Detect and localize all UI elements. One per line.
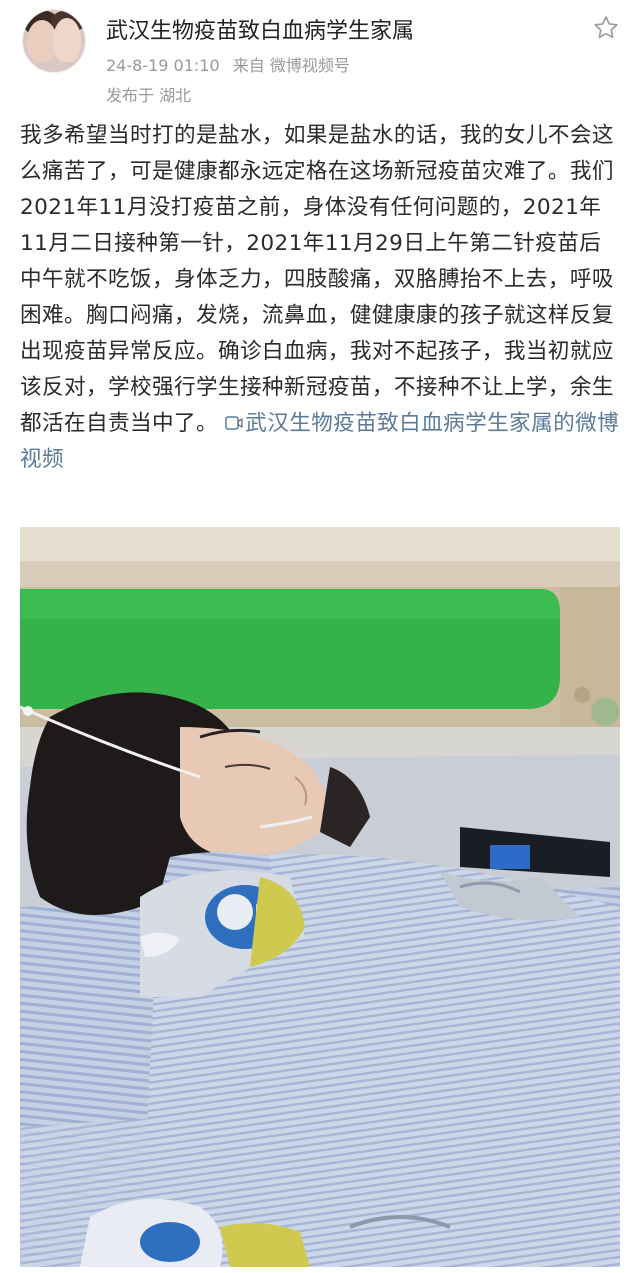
post-header: 武汉生物疫苗致白血病学生家属 24-8-19 01:10 来自 微博视频号 发布…: [0, 0, 640, 110]
post-photo[interactable]: [20, 527, 620, 1267]
star-outline-icon[interactable]: [592, 14, 620, 42]
avatar[interactable]: [22, 9, 86, 73]
video-play-icon: [225, 416, 243, 430]
post-meta: 24-8-19 01:10 来自 微博视频号: [106, 52, 350, 76]
post-body: 我多希望当时打的是盐水，如果是盐水的话，我的女儿不会这么痛苦了，可是健康都永远定…: [20, 118, 620, 478]
weibo-post: 武汉生物疫苗致白血病学生家属 24-8-19 01:10 来自 微博视频号 发布…: [0, 0, 640, 1273]
post-location: 发布于 湖北: [106, 86, 192, 105]
post-date: 24-8-19 01:10: [106, 56, 220, 75]
hospital-bed-photo: [20, 527, 620, 1267]
post-source[interactable]: 来自 微博视频号: [233, 56, 350, 75]
post-text: 我多希望当时打的是盐水，如果是盐水的话，我的女儿不会这么痛苦了，可是健康都永远定…: [20, 123, 614, 436]
author-name[interactable]: 武汉生物疫苗致白血病学生家属: [106, 13, 414, 45]
